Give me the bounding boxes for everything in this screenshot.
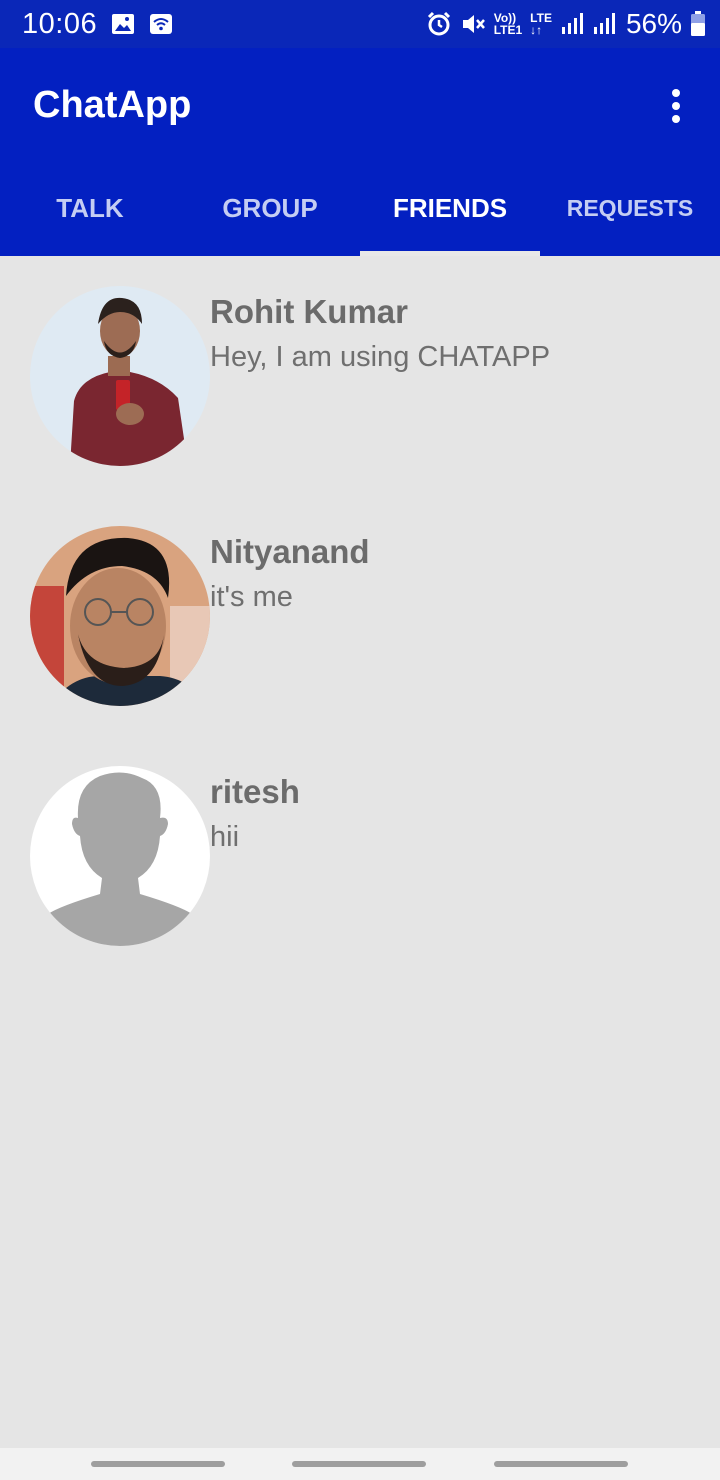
system-nav-bar bbox=[0, 1448, 720, 1480]
app-bar: ChatApp TALK GROUP FRIENDS REQUESTS bbox=[0, 48, 720, 256]
avatar[interactable] bbox=[30, 286, 210, 466]
friend-status: it's me bbox=[210, 581, 293, 613]
tab-friends[interactable]: FRIENDS bbox=[360, 161, 540, 256]
lte-indicator: LTE ↓↑ bbox=[530, 11, 552, 37]
alarm-icon bbox=[426, 11, 452, 37]
friend-status: hii bbox=[210, 821, 240, 853]
friend-item[interactable]: Nityanand it's me bbox=[0, 496, 720, 736]
default-avatar-icon[interactable] bbox=[30, 766, 210, 946]
battery-percent: 56% bbox=[625, 8, 682, 39]
volte-indicator: Vo)) LTE1 bbox=[493, 11, 523, 37]
clock: 10:06 bbox=[22, 7, 98, 40]
tab-group[interactable]: GROUP bbox=[180, 161, 360, 256]
signal-icon bbox=[560, 12, 584, 36]
friend-item[interactable]: Rohit Kumar Hey, I am using CHATAPP bbox=[0, 256, 720, 496]
gallery-notification-icon bbox=[111, 13, 135, 35]
battery-icon bbox=[690, 11, 706, 37]
status-bar: 10:06 Vo)) LTE1 LTE ↓↑ 56% bbox=[0, 0, 720, 48]
friend-item[interactable]: ritesh hii bbox=[0, 736, 720, 976]
friend-name: ritesh bbox=[210, 773, 300, 810]
mute-icon bbox=[460, 11, 486, 37]
friends-list: Rohit Kumar Hey, I am using CHATAPP Nity… bbox=[0, 256, 720, 976]
avatar[interactable] bbox=[30, 526, 210, 706]
friend-name: Nityanand bbox=[210, 533, 370, 570]
nav-recents-handle[interactable] bbox=[91, 1461, 225, 1467]
wifi-notification-icon bbox=[149, 13, 173, 35]
friend-status: Hey, I am using CHATAPP bbox=[210, 341, 551, 373]
tab-requests[interactable]: REQUESTS bbox=[540, 161, 720, 256]
data-arrows-icon: ↓↑ bbox=[530, 23, 543, 37]
friend-name: Rohit Kumar bbox=[210, 293, 408, 330]
app-title: ChatApp bbox=[33, 84, 192, 126]
nav-back-handle[interactable] bbox=[494, 1461, 628, 1467]
tab-talk[interactable]: TALK bbox=[0, 161, 180, 256]
signal-icon-2 bbox=[592, 12, 616, 36]
overflow-menu-icon[interactable] bbox=[656, 84, 696, 128]
tab-bar: TALK GROUP FRIENDS REQUESTS bbox=[0, 161, 720, 256]
nav-home-handle[interactable] bbox=[292, 1461, 426, 1467]
